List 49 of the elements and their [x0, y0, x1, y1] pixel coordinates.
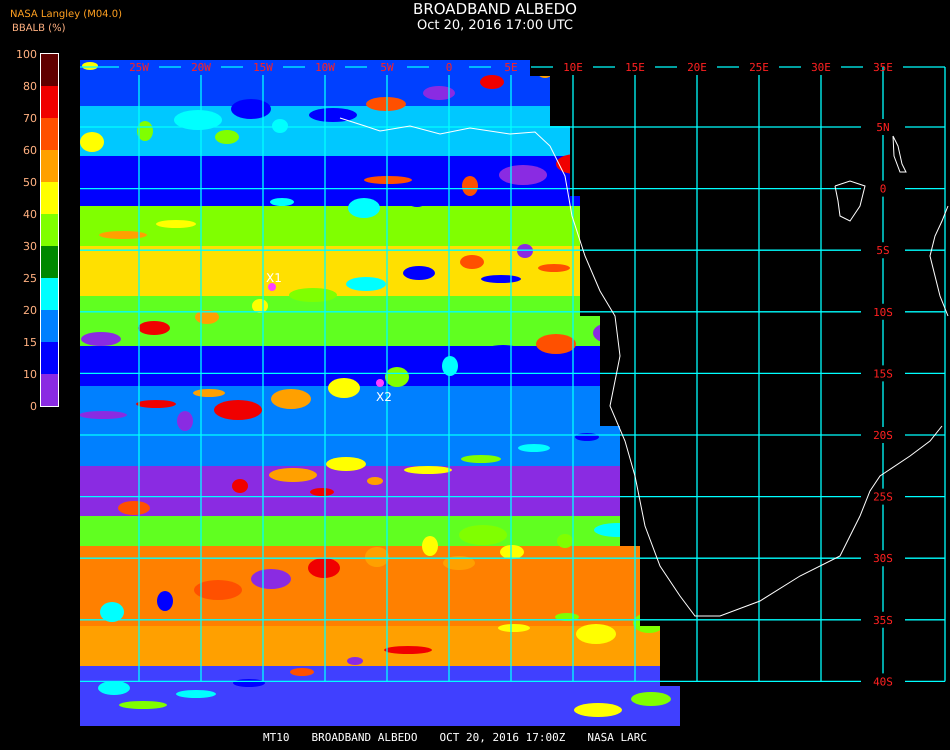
latitude-label: 5N	[876, 121, 890, 134]
latitude-label: 0	[880, 182, 886, 196]
marker-label: X2	[376, 390, 392, 404]
lake-outline-drawing	[892, 136, 907, 172]
longitude-label: 5W	[380, 61, 394, 74]
latitude-label: 35S	[873, 614, 893, 627]
legend-tick-label: 25	[23, 272, 37, 287]
marker-dot	[376, 379, 384, 387]
longitude-label: 20W	[191, 61, 211, 74]
legend-tick-label: 15	[23, 336, 37, 351]
longitude-label: 20E	[687, 61, 707, 74]
longitude-label: 15E	[625, 61, 645, 74]
marker-label: X1	[266, 271, 282, 285]
longitude-label: 5E	[504, 61, 518, 74]
legend-tick-label: 100	[16, 48, 37, 63]
legend-tick-label: 70	[23, 112, 37, 127]
unit-label: BBALB (%)	[11, 22, 66, 36]
legend-tick-label: 20	[23, 304, 37, 319]
longitude-label: 25W	[129, 61, 149, 74]
legend-tick-label: 30	[23, 240, 37, 255]
latitude-label: 25S	[873, 490, 893, 504]
latitude-label: 15S	[873, 367, 893, 380]
legend-tick-label: 10	[23, 368, 37, 383]
latitude-label: 40S	[873, 675, 893, 688]
marker-dot	[268, 283, 276, 291]
latitude-label: 20S	[873, 429, 893, 442]
legend-tick-label: 80	[23, 80, 37, 95]
footer-caption: MT10	[263, 730, 290, 746]
longitude-label: 10W	[315, 61, 335, 74]
longitude-label: 10E	[563, 61, 583, 74]
legend-tick-label: 40	[23, 208, 37, 223]
longitude-label: 0	[446, 61, 452, 74]
longitude-label: 30E	[811, 61, 831, 74]
footer-caption: NASA LARC	[587, 730, 647, 746]
legend-tick-label: 50	[23, 176, 37, 191]
longitude-label: 35E	[873, 61, 893, 74]
chart-title: BROADBAND ALBEDO	[413, 0, 577, 18]
footer-caption: OCT 20, 2016 17:00Z	[440, 730, 566, 746]
latitude-label: 10S	[873, 306, 893, 319]
legend-tick-label: 0	[30, 400, 37, 413]
longitude-label: 15W	[253, 61, 273, 74]
source-label: NASA Langley (M04.0)	[10, 8, 123, 22]
chart-datetime: Oct 20, 2016 17:00 UTC	[417, 18, 573, 34]
latitude-label: 30S	[873, 552, 893, 566]
legend-tick-label: 60	[23, 144, 37, 159]
lake-outline-drawing	[834, 180, 866, 222]
footer-caption: BROADBAND ALBEDO	[312, 730, 418, 746]
latitude-label: 5S	[876, 244, 890, 258]
longitude-label: 25E	[749, 61, 769, 74]
